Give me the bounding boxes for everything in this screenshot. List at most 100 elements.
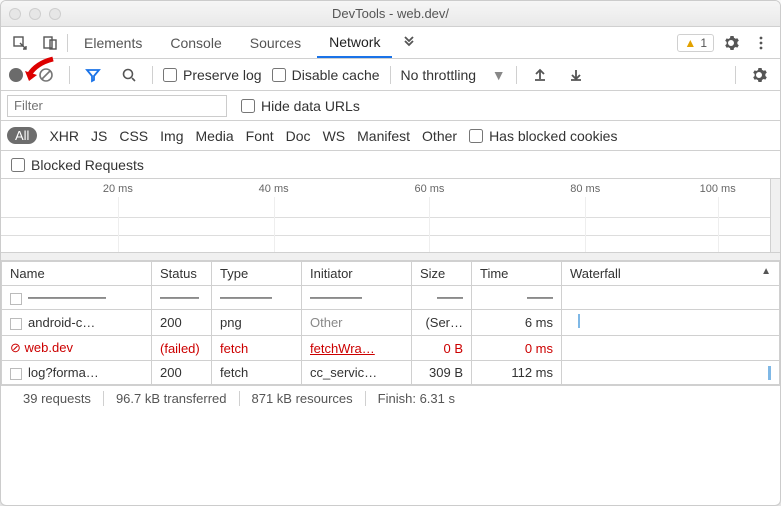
type-css[interactable]: CSS <box>119 128 148 144</box>
row-checkbox[interactable] <box>10 318 22 330</box>
search-icon[interactable] <box>116 62 142 88</box>
upload-har-icon[interactable] <box>527 62 553 88</box>
download-har-icon[interactable] <box>563 62 589 88</box>
type-manifest[interactable]: Manifest <box>357 128 410 144</box>
status-requests: 39 requests <box>11 391 104 406</box>
kebab-icon[interactable] <box>748 30 774 56</box>
type-js[interactable]: JS <box>91 128 107 144</box>
cell-name: android-c… <box>2 310 152 336</box>
type-ws[interactable]: WS <box>323 128 346 144</box>
filter-icon[interactable] <box>80 62 106 88</box>
network-settings-gear-icon[interactable] <box>746 62 772 88</box>
type-img[interactable]: Img <box>160 128 183 144</box>
cell-time: 0 ms <box>472 336 562 361</box>
preserve-log-checkbox[interactable]: Preserve log <box>163 67 262 83</box>
throttling-select[interactable]: No throttling ▼ <box>401 67 506 83</box>
overview-scrollbar[interactable] <box>770 179 780 252</box>
cell-size: 0 B <box>412 336 472 361</box>
type-xhr[interactable]: XHR <box>49 128 79 144</box>
disable-cache-checkbox[interactable]: Disable cache <box>272 67 380 83</box>
cell-name: log?forma… <box>2 361 152 385</box>
cell-waterfall <box>562 336 780 361</box>
cell-status: 200 <box>152 361 212 385</box>
device-toggle-icon[interactable] <box>37 30 63 56</box>
cell-time: 6 ms <box>472 310 562 336</box>
cell-status: 200 <box>152 310 212 336</box>
col-waterfall[interactable]: Waterfall▲ <box>562 262 780 286</box>
table-row[interactable]: log?forma…200fetchcc_servic…309 B112 ms <box>2 361 780 385</box>
cell-type: fetch <box>212 336 302 361</box>
cell-initiator[interactable]: cc_servic… <box>302 361 412 385</box>
type-doc[interactable]: Doc <box>286 128 311 144</box>
type-font[interactable]: Font <box>246 128 274 144</box>
inspect-icon[interactable] <box>7 30 33 56</box>
cell-size: (Ser… <box>412 310 472 336</box>
cell-time: 112 ms <box>472 361 562 385</box>
hide-data-urls-label: Hide data URLs <box>261 98 360 114</box>
request-table: Name Status Type Initiator Size Time Wat… <box>1 261 780 385</box>
status-resources: 871 kB resources <box>240 391 366 406</box>
col-size[interactable]: Size <box>412 262 472 286</box>
type-other[interactable]: Other <box>422 128 457 144</box>
filter-bar: Hide data URLs <box>1 91 780 121</box>
blocked-requests-checkbox[interactable]: Blocked Requests <box>11 157 144 173</box>
cell-initiator[interactable]: Other <box>302 310 412 336</box>
type-filter-bar: All XHR JS CSS Img Media Font Doc WS Man… <box>1 121 780 151</box>
error-icon: ⊘ <box>10 340 21 355</box>
cell-status: (failed) <box>152 336 212 361</box>
network-toolbar: Preserve log Disable cache No throttling… <box>1 59 780 91</box>
throttling-label: No throttling <box>401 67 476 83</box>
overview-tick: 100 ms <box>700 183 736 195</box>
warnings-count: 1 <box>700 36 707 50</box>
red-arrow-annotation <box>23 55 57 85</box>
table-row[interactable]: android-c…200pngOther(Ser…6 ms <box>2 310 780 336</box>
window-title: DevTools - web.dev/ <box>1 6 780 21</box>
blocked-requests-bar: Blocked Requests <box>1 151 780 179</box>
devtools-tabs: Elements Console Sources Network ▲1 <box>1 27 780 59</box>
has-blocked-cookies-checkbox[interactable]: Has blocked cookies <box>469 128 617 144</box>
status-bar: 39 requests 96.7 kB transferred 871 kB r… <box>1 385 780 411</box>
status-transferred: 96.7 kB transferred <box>104 391 240 406</box>
tab-sources[interactable]: Sources <box>238 29 313 57</box>
filter-input[interactable] <box>7 95 227 117</box>
cell-initiator[interactable]: fetchWra… <box>302 336 412 361</box>
sort-asc-icon: ▲ <box>761 266 771 277</box>
cell-size: 309 B <box>412 361 472 385</box>
tab-elements[interactable]: Elements <box>72 29 154 57</box>
table-row[interactable]: ⊘ web.dev(failed)fetchfetchWra…0 B0 ms <box>2 336 780 361</box>
col-status[interactable]: Status <box>152 262 212 286</box>
record-button[interactable] <box>9 68 23 82</box>
warnings-badge[interactable]: ▲1 <box>677 34 714 52</box>
overview-tick: 80 ms <box>570 183 600 195</box>
more-tabs-icon[interactable] <box>396 30 422 56</box>
row-checkbox[interactable] <box>10 368 22 380</box>
titlebar: DevTools - web.dev/ <box>1 1 780 27</box>
pane-splitter[interactable] <box>1 253 780 261</box>
has-blocked-label: Has blocked cookies <box>489 128 617 144</box>
cell-type: png <box>212 310 302 336</box>
overview-tick: 40 ms <box>259 183 289 195</box>
cell-name: ⊘ web.dev <box>2 336 152 361</box>
overview-tick: 60 ms <box>414 183 444 195</box>
preserve-log-label: Preserve log <box>183 67 262 83</box>
warning-icon: ▲ <box>684 36 696 50</box>
col-type[interactable]: Type <box>212 262 302 286</box>
table-header-row: Name Status Type Initiator Size Time Wat… <box>2 262 780 286</box>
tab-console[interactable]: Console <box>158 29 233 57</box>
cell-type: fetch <box>212 361 302 385</box>
chevron-down-icon: ▼ <box>492 67 506 83</box>
overview-timeline[interactable]: 20 ms40 ms60 ms80 ms100 ms <box>1 179 780 253</box>
disable-cache-label: Disable cache <box>292 67 380 83</box>
type-media[interactable]: Media <box>196 128 234 144</box>
tab-network[interactable]: Network <box>317 28 392 58</box>
col-name[interactable]: Name <box>2 262 152 286</box>
type-all[interactable]: All <box>7 127 37 144</box>
cell-waterfall <box>562 310 780 336</box>
blocked-requests-label: Blocked Requests <box>31 157 144 173</box>
table-row[interactable]: ————————————————————— <box>2 286 780 310</box>
col-time[interactable]: Time <box>472 262 562 286</box>
status-finish: Finish: 6.31 s <box>366 391 467 406</box>
gear-icon[interactable] <box>718 30 744 56</box>
hide-data-urls-checkbox[interactable]: Hide data URLs <box>241 98 360 114</box>
col-initiator[interactable]: Initiator <box>302 262 412 286</box>
